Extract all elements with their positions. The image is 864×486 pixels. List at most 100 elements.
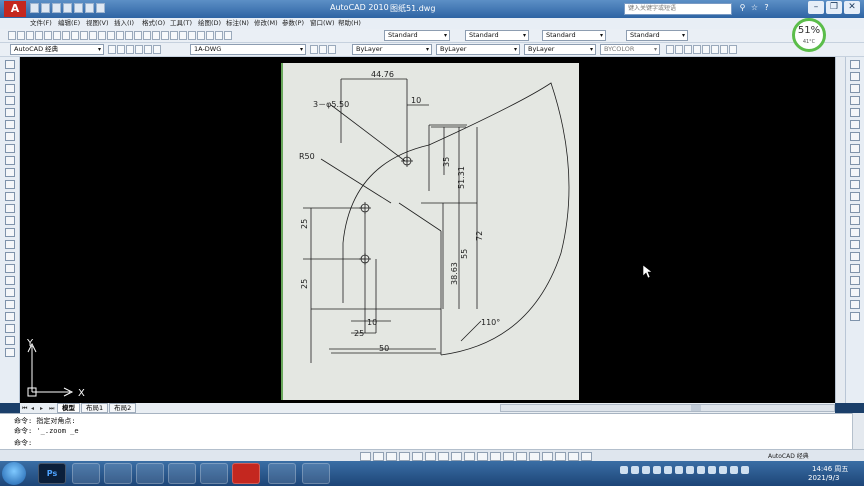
model-icon[interactable] — [490, 452, 501, 461]
restore-icon[interactable]: ❐ — [826, 1, 842, 14]
modify-tool-icon[interactable] — [850, 144, 860, 153]
modify-tool-icon[interactable] — [850, 168, 860, 177]
color-select[interactable]: ByLayer — [352, 44, 432, 55]
tray-icon[interactable] — [686, 466, 694, 474]
scrollbar-thumb[interactable] — [691, 405, 701, 411]
linetype-select[interactable]: ByLayer — [436, 44, 520, 55]
zoom-previous-icon[interactable] — [161, 31, 169, 40]
leader-icon[interactable] — [702, 45, 710, 54]
menu-item[interactable]: 插入(I) — [114, 18, 142, 29]
taskbar-autocad-icon[interactable] — [232, 463, 260, 484]
draw-tool-icon[interactable] — [4, 168, 15, 177]
otrack-icon[interactable] — [425, 452, 436, 461]
dim-icon[interactable] — [711, 45, 719, 54]
lock-icon[interactable] — [144, 45, 152, 54]
workspace-label[interactable]: AutoCAD 经典 — [768, 451, 809, 460]
workspace-select[interactable]: AutoCAD 经典 — [10, 44, 104, 55]
table-style-select[interactable]: Standard — [542, 30, 606, 41]
tray-icon[interactable] — [697, 466, 705, 474]
zoom-realtime-icon[interactable] — [143, 31, 151, 40]
volume-icon[interactable] — [741, 466, 749, 474]
menu-item[interactable]: 帮助(H) — [338, 18, 366, 29]
modify-tool-icon[interactable] — [850, 216, 860, 225]
help-search-input[interactable]: 键入关键字或短语 — [624, 3, 732, 15]
tray-icon[interactable] — [620, 466, 628, 474]
layer-state-icon[interactable] — [328, 45, 336, 54]
tab-last-icon[interactable]: ⏭ — [49, 405, 56, 412]
modify-tool-icon[interactable] — [850, 252, 860, 261]
design-center-icon[interactable] — [179, 31, 187, 40]
modify-tool-icon[interactable] — [850, 96, 860, 105]
menu-item[interactable]: 绘图(D) — [198, 18, 226, 29]
tool-palettes-icon[interactable] — [188, 31, 196, 40]
draw-tool-icon[interactable] — [4, 108, 15, 117]
draw-tool-icon[interactable] — [4, 252, 15, 261]
modify-tool-icon[interactable] — [850, 312, 860, 321]
layer-properties-icon[interactable] — [117, 45, 125, 54]
plotstyle-select[interactable]: BYCOLOR — [600, 44, 660, 55]
draw-tool-icon[interactable] — [4, 84, 15, 93]
menu-item[interactable]: 修改(M) — [254, 18, 282, 29]
draw-tool-icon[interactable] — [4, 228, 15, 237]
annotation-icon[interactable] — [555, 452, 566, 461]
taskbar-folder-icon[interactable] — [168, 463, 196, 484]
tray-icon[interactable] — [631, 466, 639, 474]
help-icon[interactable] — [224, 31, 232, 40]
draw-tool-icon[interactable] — [4, 288, 15, 297]
ducs-icon[interactable] — [438, 452, 449, 461]
draw-tool-icon[interactable] — [4, 180, 15, 189]
modify-tool-icon[interactable] — [850, 192, 860, 201]
3d-print-icon[interactable] — [62, 31, 70, 40]
draw-tool-icon[interactable] — [4, 96, 15, 105]
draw-tool-icon[interactable] — [4, 312, 15, 321]
tab-model[interactable]: 模型 — [57, 403, 80, 413]
tray-icon[interactable] — [653, 466, 661, 474]
menu-item[interactable]: 文件(F) — [30, 18, 58, 29]
binoculars-icon[interactable]: ⚲ — [738, 3, 747, 13]
text-style-select[interactable]: Standard — [384, 30, 450, 41]
open-icon[interactable] — [41, 3, 50, 13]
draw-tool-icon[interactable] — [4, 324, 15, 333]
close-icon[interactable]: ✕ — [844, 1, 860, 14]
properties-icon[interactable] — [170, 31, 178, 40]
horizontal-scrollbar[interactable] — [500, 404, 835, 412]
tray-icon[interactable] — [719, 466, 727, 474]
draw-tool-icon[interactable] — [4, 144, 15, 153]
qnew-icon[interactable] — [8, 31, 16, 40]
help-icon[interactable]: ? — [762, 3, 771, 13]
annotation-scale-icon[interactable] — [568, 452, 579, 461]
redo-icon[interactable] — [125, 31, 133, 40]
lineweight-select[interactable]: ByLayer — [524, 44, 596, 55]
pan-icon[interactable] — [134, 31, 142, 40]
save-icon[interactable] — [52, 3, 61, 13]
draw-tool-icon[interactable] — [4, 240, 15, 249]
workspace-icon[interactable] — [581, 452, 592, 461]
grid-icon[interactable] — [373, 452, 384, 461]
layer-previous-icon[interactable] — [319, 45, 327, 54]
polar-icon[interactable] — [399, 452, 410, 461]
modify-tool-icon[interactable] — [850, 300, 860, 309]
modify-tool-icon[interactable] — [850, 132, 860, 141]
tab-layout1[interactable]: 布局1 — [81, 403, 109, 413]
color-swatch-icon[interactable] — [153, 45, 161, 54]
quickcalc-icon[interactable] — [215, 31, 223, 40]
draw-tool-icon[interactable] — [4, 72, 15, 81]
paste-icon[interactable] — [89, 31, 97, 40]
menu-item[interactable]: 参数(P) — [282, 18, 310, 29]
multileader-style-select[interactable]: Standard — [626, 30, 688, 41]
reference-image[interactable]: 44.76 3－φ5.50 10 R50 35 51.31 25 72 55 3… — [281, 63, 579, 400]
tab-prev-icon[interactable]: ◂ — [31, 405, 38, 412]
lwt-icon[interactable] — [464, 452, 475, 461]
taskbar-green-app-icon[interactable] — [268, 463, 296, 484]
zoom-window-icon[interactable] — [152, 31, 160, 40]
markup-icon[interactable] — [206, 31, 214, 40]
command-input[interactable]: 命令: — [14, 438, 32, 448]
tray-icon[interactable] — [675, 466, 683, 474]
taskbar-calculator-icon[interactable] — [136, 463, 164, 484]
tray-icon[interactable] — [708, 466, 716, 474]
menu-item[interactable]: 工具(T) — [170, 18, 198, 29]
modify-tool-icon[interactable] — [850, 180, 860, 189]
network-icon[interactable] — [730, 466, 738, 474]
modify-tool-icon[interactable] — [850, 108, 860, 117]
publish-icon[interactable] — [53, 31, 61, 40]
